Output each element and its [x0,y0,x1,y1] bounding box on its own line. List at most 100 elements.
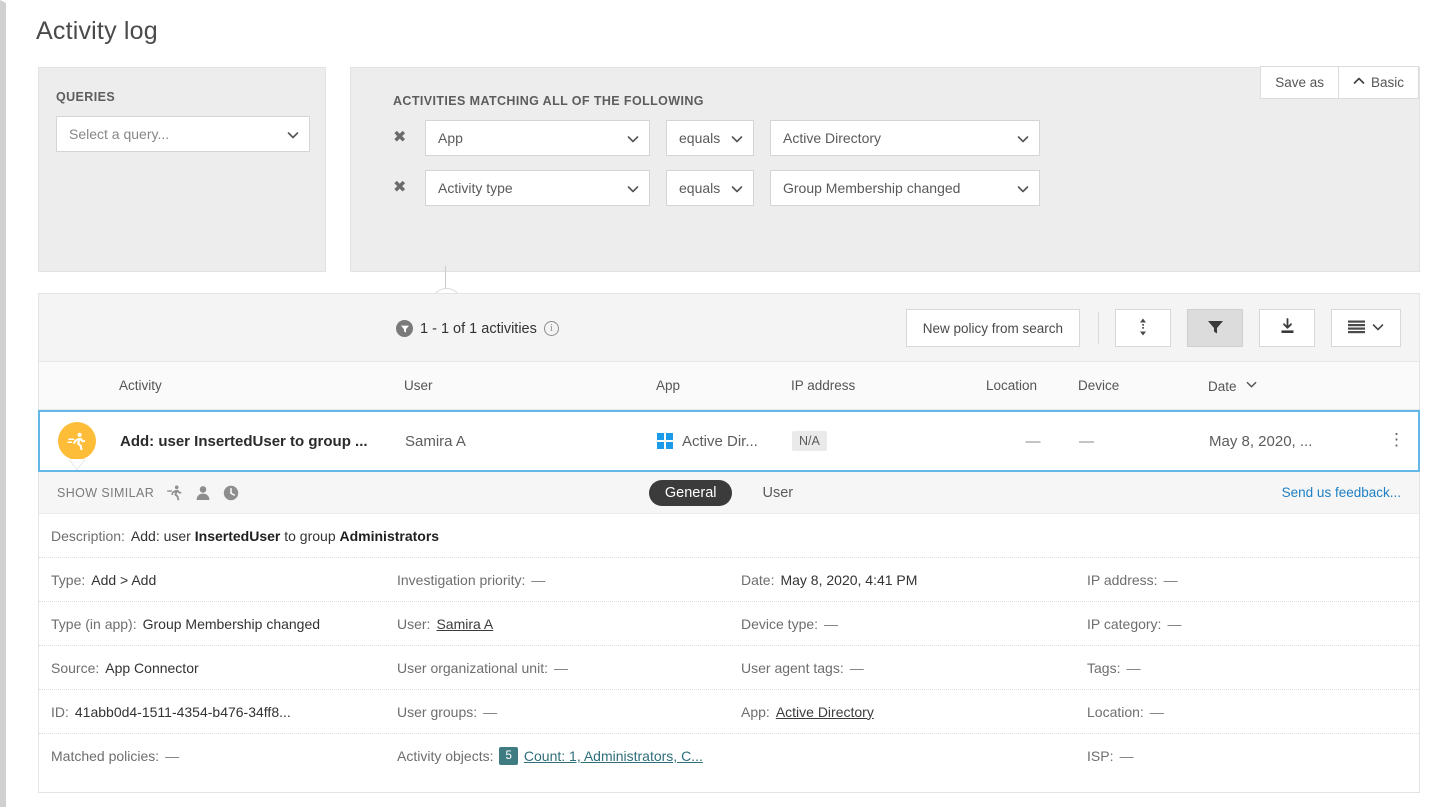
field-user-label: User: [397,615,431,632]
running-person-icon [58,422,96,460]
tab-general[interactable]: General [648,479,733,506]
table-row[interactable]: Add: user InsertedUser to group ... Sami… [38,410,1420,472]
filter-icon [1207,319,1224,338]
chevron-down-icon [1017,182,1029,194]
filter-1-operator-value: equals [679,130,721,146]
th-device[interactable]: Device [1078,378,1208,393]
filter-row-2: ✖ Activity type equals Group Membership … [393,170,1040,206]
field-ip-category: IP category: — [1087,616,1417,632]
field-user-value[interactable]: Samira A [436,616,493,632]
field-source-label: Source: [51,659,100,676]
field-location-label: Location: [1087,703,1144,720]
field-type-value: Add > Add [91,571,157,588]
th-user[interactable]: User [404,378,656,393]
basic-toggle-button[interactable]: Basic [1338,66,1419,99]
query-select-value: Select a query... [69,126,170,142]
field-device-type: Device type: — [741,616,1087,632]
detail-row-4: ID: 41abb0d4-1511-4354-b476-34ff8... Use… [39,690,1419,734]
filter-2-value: Group Membership changed [783,180,961,196]
detail-row-3: Source: App Connector User organizationa… [39,646,1419,690]
field-user-org-unit: User organizational unit: — [397,660,741,676]
windows-icon [657,433,673,449]
field-ip-category-label: IP category: [1087,615,1162,632]
filter-actions: Save as Basic [1260,66,1419,99]
row-app-label: Active Dir... [682,432,758,450]
info-icon[interactable]: i [543,321,559,336]
field-id-value: 41abb0d4-1511-4354-b476-34ff8... [74,703,291,720]
remove-filter-1-icon[interactable]: ✖ [393,130,417,146]
field-tags: Tags: — [1087,660,1417,676]
th-ip-address[interactable]: IP address [791,378,986,393]
row-activity-icon-cell [40,422,120,469]
save-as-button[interactable]: Save as [1260,66,1339,99]
detail-tabs: General User [39,479,1419,506]
activities-filter-panel: ACTIVITIES MATCHING ALL OF THE FOLLOWING… [350,66,1420,319]
filter-1-operator-select[interactable]: equals [666,120,754,156]
field-investigation-priority-label: Investigation priority: [397,571,526,588]
filter-1-field-value: App [438,130,463,146]
results-toolbar: 1 - 1 of 1 activities i New policy from … [39,294,1419,362]
tab-user[interactable]: User [746,480,809,506]
columns-button[interactable] [1331,309,1401,347]
new-policy-label: New policy from search [922,320,1063,336]
field-investigation-priority: Investigation priority: — [397,572,741,588]
field-app: App: Active Directory [741,704,1087,720]
filter-1-value-select[interactable]: Active Directory [770,120,1040,156]
export-icon [1279,318,1296,338]
field-type-in-app-value: Group Membership changed [142,615,321,632]
filter-zone: QUERIES Select a query... ACTIVITIES MAT… [38,66,1420,319]
columns-icon [1348,320,1365,337]
field-ip-address: IP address: — [1087,572,1417,588]
activity-objects-count-badge: 5 [499,746,518,766]
chevron-down-icon [731,132,743,144]
field-date-value: May 8, 2020, 4:41 PM [780,571,918,588]
field-isp-value: — [1119,748,1134,764]
field-app-value[interactable]: Active Directory [776,704,874,720]
row-actions-menu[interactable]: ⋮ [1374,430,1419,450]
field-matched-policies: Matched policies: — [51,748,397,764]
th-app[interactable]: App [656,378,791,393]
th-date-label: Date [1208,378,1237,394]
export-button[interactable] [1259,309,1315,347]
filter-2-value-select[interactable]: Group Membership changed [770,170,1040,206]
field-location: Location: — [1087,704,1417,720]
kebab-menu-icon: ⋮ [1388,430,1405,449]
filter-2-operator-select[interactable]: equals [666,170,754,206]
row-location: — [1025,432,1041,450]
field-location-value: — [1149,703,1164,720]
new-policy-from-search-button[interactable]: New policy from search [905,309,1080,347]
field-ip-address-value: — [1163,571,1178,588]
results-count-text: 1 - 1 of 1 activities [420,320,537,337]
results-card: 1 - 1 of 1 activities i New policy from … [38,293,1420,793]
th-location[interactable]: Location [986,378,1078,393]
field-description-label: Description: [51,527,125,544]
field-user-groups-value: — [483,703,498,720]
field-user-agent-tags-label: User agent tags: [741,659,844,676]
field-ip-address-label: IP address: [1087,571,1158,588]
chevron-up-icon [1353,75,1365,90]
filter-2-field-value: Activity type [438,180,513,196]
field-tags-value: — [1126,659,1141,676]
field-ip-category-value: — [1167,615,1182,632]
query-select[interactable]: Select a query... [56,116,310,152]
chevron-down-icon [627,182,639,194]
field-id-label: ID: [51,703,69,720]
sort-button[interactable] [1115,309,1171,347]
filter-button[interactable] [1187,309,1243,347]
filter-2-field-select[interactable]: Activity type [425,170,650,206]
field-user-groups: User groups: — [397,704,741,720]
chevron-down-icon [627,132,639,144]
th-date[interactable]: Date [1208,378,1373,394]
remove-filter-2-icon[interactable]: ✖ [393,180,417,196]
th-activity[interactable]: Activity [119,378,404,393]
field-device-type-value: — [824,615,839,632]
field-user: User: Samira A [397,616,741,632]
field-type-in-app-label: Type (in app): [51,615,137,632]
field-activity-objects-value[interactable]: Count: 1, Administrators, C... [524,748,703,764]
field-type: Type: Add > Add [51,572,397,588]
field-date-label: Date: [741,571,775,588]
field-matched-policies-value: — [165,748,180,764]
filter-1-field-select[interactable]: App [425,120,650,156]
activity-pin [58,422,96,469]
send-feedback-link[interactable]: Send us feedback... [1282,485,1401,500]
